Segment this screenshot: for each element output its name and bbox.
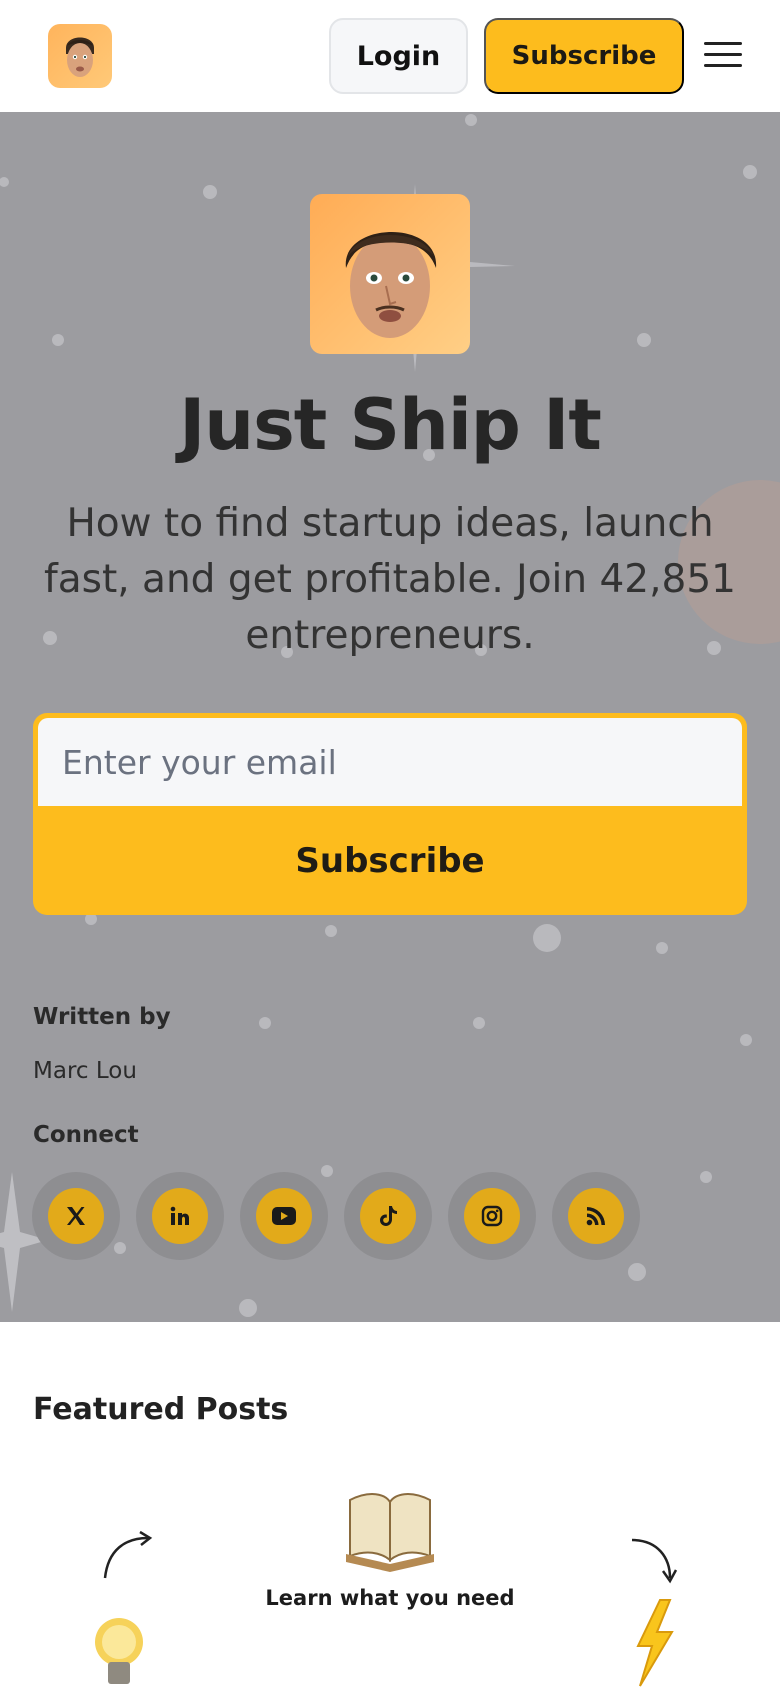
instagram-icon (464, 1188, 520, 1244)
tiktok-icon (360, 1188, 416, 1244)
youtube-icon (256, 1188, 312, 1244)
featured-post-illustration (95, 1493, 678, 1687)
written-by-label: Written by (33, 1004, 171, 1030)
featured-post-caption: Learn what you need (265, 1586, 515, 1610)
featured-post-card[interactable] (0, 1450, 780, 1688)
linkedin-icon (152, 1188, 208, 1244)
hero-title: Just Ship It (179, 384, 602, 466)
subscribe-button[interactable]: Subscribe (33, 806, 747, 915)
login-button[interactable]: Login (329, 18, 468, 94)
rss-icon (568, 1188, 624, 1244)
connect-label: Connect (33, 1122, 139, 1148)
open-book-icon (346, 1493, 434, 1572)
x-icon (48, 1188, 104, 1244)
hero-section: Just Ship It How to find startup ideas, … (0, 112, 780, 1322)
hero-avatar (310, 194, 470, 354)
tiktok-social-button[interactable] (344, 1172, 432, 1260)
instagram-social-button[interactable] (448, 1172, 536, 1260)
logo-avatar-icon[interactable] (48, 24, 112, 88)
hamburger-menu-icon[interactable] (704, 40, 742, 70)
linkedin-social-button[interactable] (136, 1172, 224, 1260)
top-header: Login Subscribe (0, 0, 780, 112)
newsletter-form: Subscribe (33, 713, 747, 915)
youtube-social-button[interactable] (240, 1172, 328, 1260)
hero-subtitle: How to find startup ideas, launch fast, … (44, 501, 736, 658)
subscribe-button-header[interactable]: Subscribe (484, 18, 684, 94)
x-social-button[interactable] (32, 1172, 120, 1260)
rss-social-button[interactable] (552, 1172, 640, 1260)
lightning-bolt-icon (636, 1599, 674, 1687)
featured-posts-heading: Featured Posts (33, 1392, 289, 1427)
lightbulb-icon (95, 1618, 143, 1684)
author-name[interactable]: Marc Lou (33, 1058, 137, 1084)
email-input[interactable] (38, 718, 742, 806)
